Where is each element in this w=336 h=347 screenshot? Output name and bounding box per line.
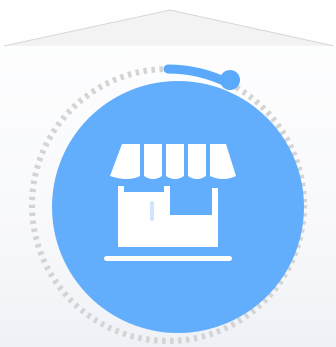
illustration-canvas — [3, 9, 335, 344]
storefront-illustration — [0, 0, 336, 347]
main-circle — [52, 81, 304, 333]
door-handle — [150, 201, 154, 221]
ground-line — [104, 256, 232, 261]
awning-segment-2 — [144, 144, 162, 179]
progress-knob — [220, 70, 240, 90]
awning-segment-3 — [166, 144, 184, 179]
shop-window — [170, 215, 218, 247]
roof-shape — [4, 10, 334, 46]
storefront-icon — [104, 144, 236, 261]
awning-segment-4 — [188, 144, 206, 179]
